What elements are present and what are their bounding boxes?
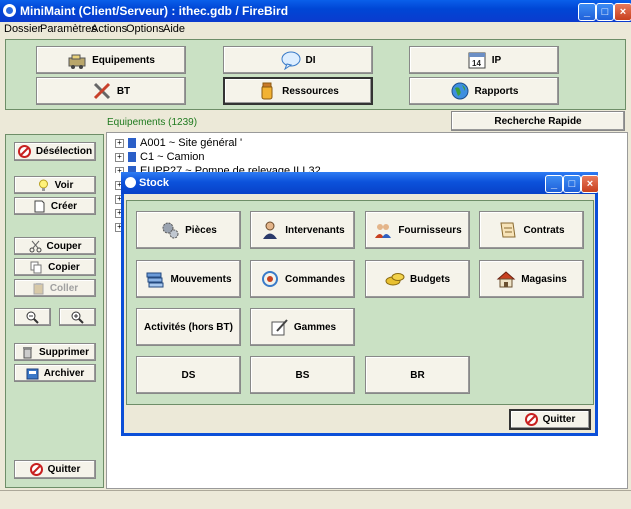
mouvements-button[interactable]: Mouvements <box>136 260 241 298</box>
gears-icon <box>160 220 180 240</box>
dialog-app-icon <box>125 177 136 188</box>
dialog-maximize-button[interactable]: □ <box>563 175 581 193</box>
bs-button[interactable]: BS <box>250 356 355 394</box>
deselection-button[interactable]: Désélection <box>14 142 96 161</box>
commandes-button[interactable]: Commandes <box>250 260 355 298</box>
refresh-gears-icon <box>260 269 280 289</box>
stock-quitter-button[interactable]: Quitter <box>509 409 591 430</box>
contrats-button[interactable]: Contrats <box>479 211 584 249</box>
ressources-button[interactable]: Ressources <box>223 77 373 105</box>
minimize-button[interactable]: _ <box>578 3 596 21</box>
budgets-button[interactable]: Budgets <box>365 260 470 298</box>
di-button[interactable]: DI <box>223 46 373 74</box>
supprimer-button[interactable]: Supprimer <box>14 343 96 361</box>
fournisseurs-button[interactable]: Fournisseurs <box>365 211 470 249</box>
maximize-button[interactable]: □ <box>596 3 614 21</box>
zoom-in-icon <box>71 311 84 324</box>
equipements-count-label: Equipements (1239) <box>107 117 198 128</box>
pencil-document-icon <box>269 317 289 337</box>
bt-button[interactable]: BT <box>36 77 186 105</box>
magasins-button[interactable]: Magasins <box>479 260 584 298</box>
expand-icon[interactable]: + <box>115 152 124 162</box>
coins-icon <box>385 269 405 289</box>
zoom-out-icon <box>26 311 39 324</box>
zoom-out-button[interactable] <box>14 308 51 326</box>
equipements-button[interactable]: Equipements <box>36 46 186 74</box>
status-bar <box>0 490 631 509</box>
ip-button[interactable]: 14 IP <box>409 46 559 74</box>
tree-item[interactable]: + C1 ~ Camion <box>115 151 205 164</box>
stack-icon <box>145 269 165 289</box>
menu-dossier[interactable]: Dossier <box>4 23 41 35</box>
paste-icon <box>32 282 45 295</box>
no-entry-icon <box>524 413 538 426</box>
archive-icon <box>26 367 39 380</box>
machine-icon <box>67 50 87 70</box>
menu-parametres[interactable]: Paramètres <box>40 23 97 35</box>
no-entry-icon <box>29 463 43 476</box>
calendar-icon: 14 <box>467 50 487 70</box>
menu-actions[interactable]: Actions <box>91 23 127 35</box>
close-button[interactable]: × <box>614 3 631 21</box>
dialog-minimize-button[interactable]: _ <box>545 175 563 193</box>
globe-icon <box>450 81 470 101</box>
svg-text:14: 14 <box>472 59 481 68</box>
coller-button[interactable]: Coller <box>14 279 96 297</box>
tools-icon <box>92 81 112 101</box>
voir-button[interactable]: Voir <box>14 176 96 194</box>
house-icon <box>496 269 516 289</box>
menu-bar: Dossier Paramètres Actions Options Aide <box>0 22 631 37</box>
quitter-main-button[interactable]: Quitter <box>14 460 96 479</box>
activites-button[interactable]: Activités (hors BT) <box>136 308 241 346</box>
copy-icon <box>30 261 43 274</box>
gammes-button[interactable]: Gammes <box>250 308 355 346</box>
expand-icon[interactable]: + <box>115 138 124 148</box>
zoom-in-button[interactable] <box>59 308 96 326</box>
rapports-button[interactable]: Rapports <box>409 77 559 105</box>
jar-icon <box>257 81 277 101</box>
equipment-node-icon <box>128 138 136 149</box>
stock-dialog-titlebar: Stock _ □ × <box>121 172 599 194</box>
recherche-rapide-button[interactable]: Recherche Rapide <box>451 111 625 131</box>
menu-options[interactable]: Options <box>126 23 164 35</box>
people-icon <box>373 220 393 240</box>
speech-bubble-icon <box>281 50 301 71</box>
couper-button[interactable]: Couper <box>14 237 96 255</box>
lightbulb-icon <box>37 179 50 192</box>
ds-button[interactable]: DS <box>136 356 241 394</box>
br-button[interactable]: BR <box>365 356 470 394</box>
stock-dialog-title: Stock <box>139 177 169 189</box>
window-title: MiniMaint (Client/Serveur) : ithec.gdb /… <box>20 4 289 18</box>
scissors-icon <box>29 240 42 253</box>
pieces-button[interactable]: Pièces <box>136 211 241 249</box>
new-document-icon <box>33 200 46 213</box>
menu-aide[interactable]: Aide <box>163 23 185 35</box>
equipment-node-icon <box>128 152 136 163</box>
copier-button[interactable]: Copier <box>14 258 96 276</box>
creer-button[interactable]: Créer <box>14 197 96 215</box>
trash-icon <box>21 346 34 359</box>
intervenants-button[interactable]: Intervenants <box>250 211 355 249</box>
main-titlebar: MiniMaint (Client/Serveur) : ithec.gdb /… <box>0 0 631 22</box>
dialog-close-button[interactable]: × <box>581 175 599 193</box>
tree-item[interactable]: + A001 ~ Site général ' <box>115 137 242 150</box>
contract-icon <box>498 220 518 240</box>
app-icon <box>3 4 16 17</box>
person-icon <box>260 220 280 240</box>
archiver-button[interactable]: Archiver <box>14 364 96 382</box>
no-entry-icon <box>17 145 31 158</box>
